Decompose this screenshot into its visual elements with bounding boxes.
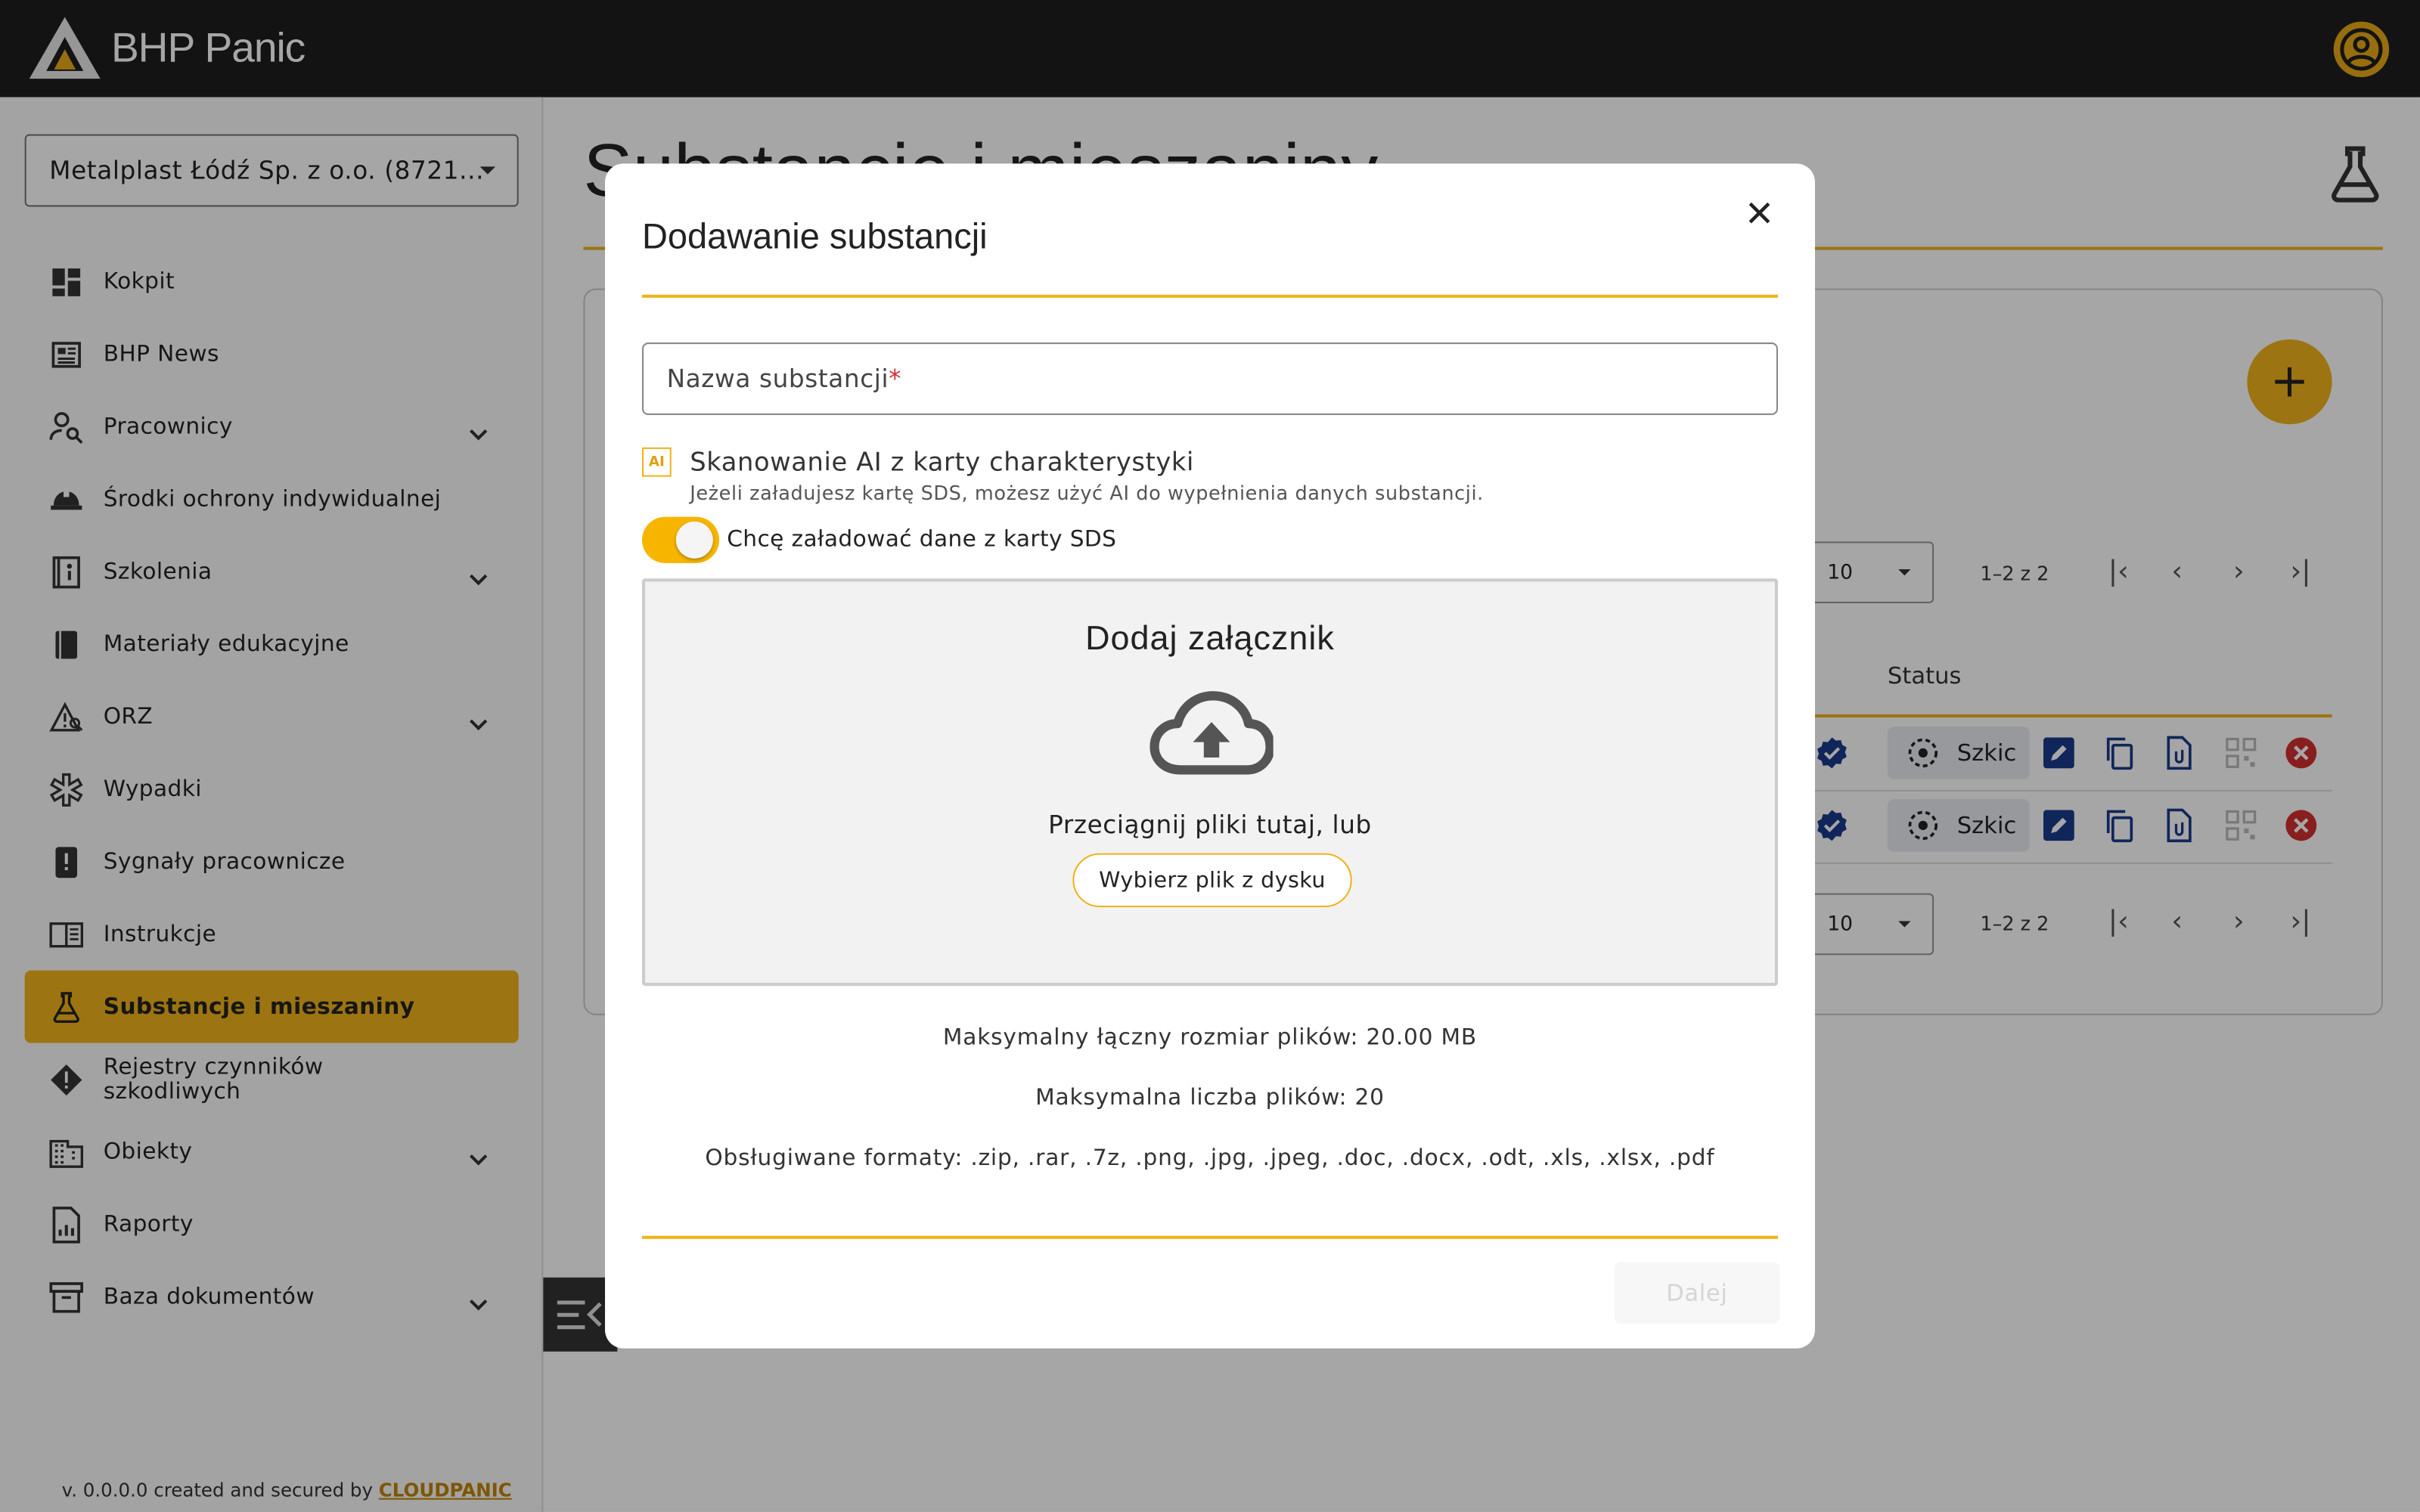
ai-badge-icon: AI (641, 447, 672, 477)
add-substance-dialog: Dodawanie substancji Nazwa substancji * A… (604, 163, 1815, 1349)
sds-load-toggle-label[interactable]: Chcę załadować dane z karty SDS (727, 528, 1116, 553)
formats-info: Obsługiwane formaty: .zip, .rar, .7z, .p… (705, 1146, 1715, 1171)
dialog-header-divider (641, 294, 1779, 298)
dropzone-drag-text: Przeciągnij pliki tutaj, lub (1048, 810, 1372, 840)
sds-load-toggle[interactable] (641, 516, 720, 563)
next-button[interactable]: Dalej (1614, 1262, 1780, 1325)
file-dropzone[interactable]: Dodaj załącznik Przeciągnij pliki tutaj,… (641, 578, 1779, 987)
cloud-upload-icon (1150, 689, 1275, 785)
required-mark: * (889, 364, 902, 394)
ai-badge-text: AI (648, 454, 665, 470)
substance-name-field[interactable]: Nazwa substancji * (641, 342, 1779, 415)
max-size-info: Maksymalny łączny rozmiar plików: 20.00 … (942, 1026, 1478, 1051)
dialog-footer-divider (641, 1235, 1779, 1239)
choose-file-button[interactable]: Wybierz plik z dysku (1072, 853, 1352, 907)
ai-scan-description: Jeżeli załadujesz kartę SDS, możesz użyć… (690, 481, 1484, 505)
dialog-title: Dodawanie substancji (641, 215, 988, 256)
toggle-knob (675, 521, 713, 559)
close-dialog-button[interactable] (1741, 194, 1778, 231)
dropzone-title: Dodaj załącznik (1085, 618, 1335, 658)
max-count-info: Maksymalna liczba plików: 20 (1035, 1086, 1385, 1111)
substance-name-placeholder: Nazwa substancji (666, 364, 889, 394)
ai-scan-title: Skanowanie AI z karty charakterystyki (690, 447, 1195, 477)
close-icon (1748, 202, 1770, 224)
